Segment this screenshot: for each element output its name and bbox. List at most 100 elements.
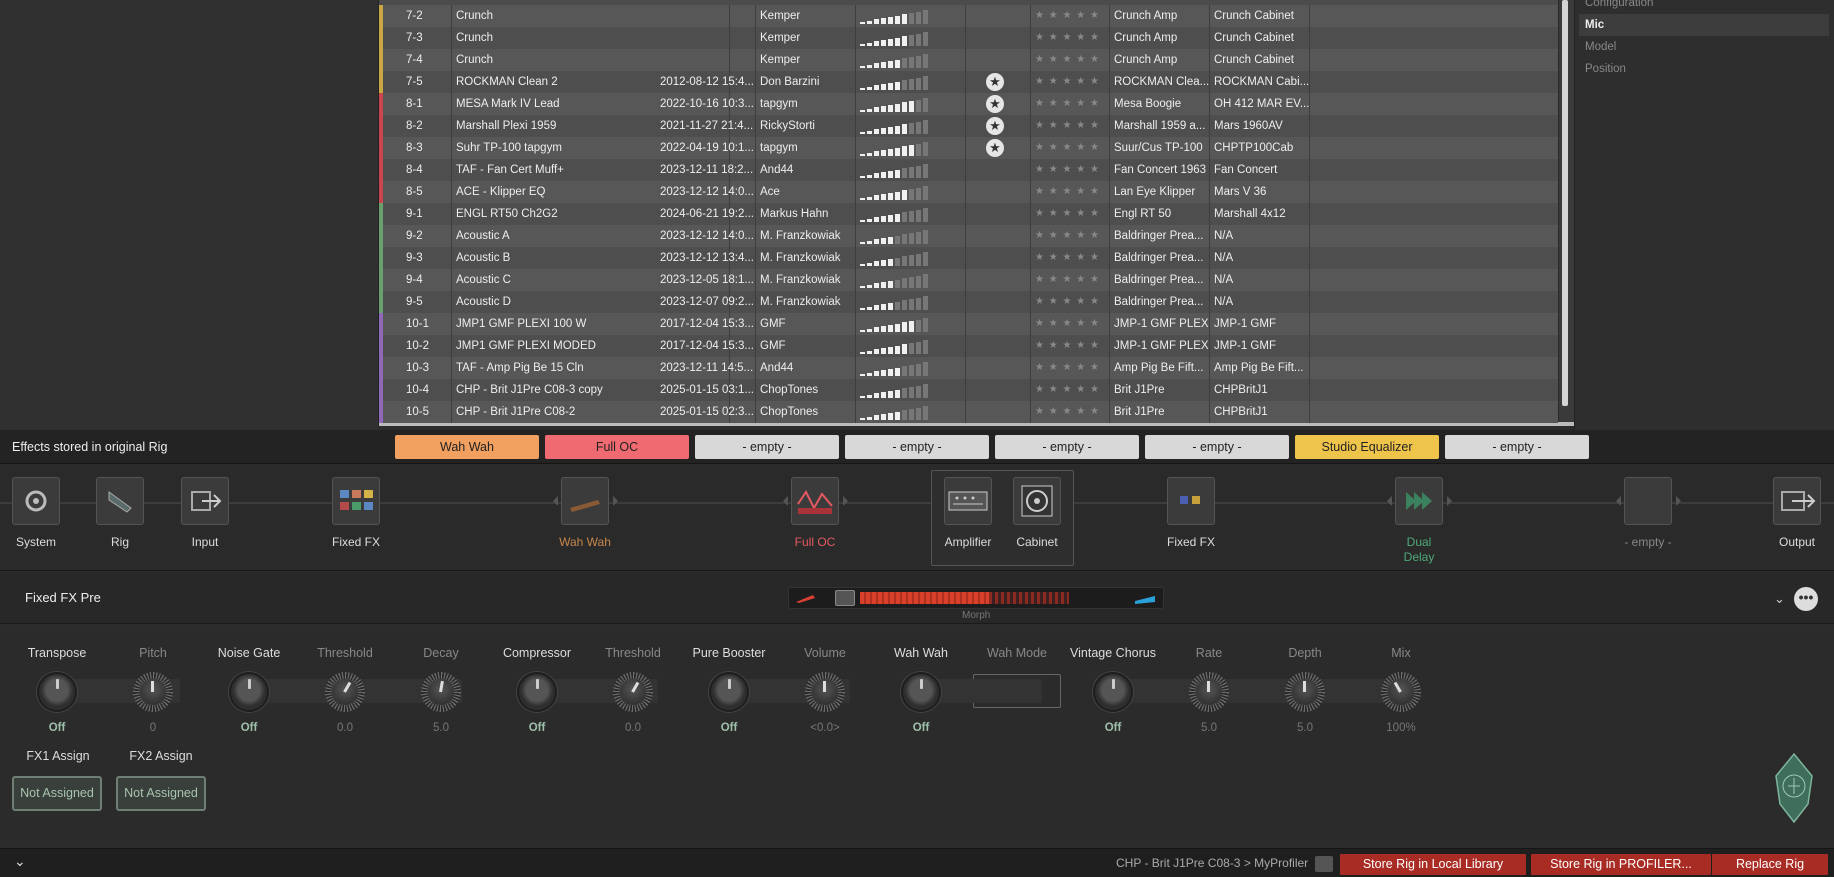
table-row[interactable]: 10-1 JMP1 GMF PLEXI 100 W 2017-12-04 15:3.… bbox=[379, 313, 1558, 335]
lock-icon[interactable] bbox=[1315, 856, 1333, 872]
param-knob[interactable] bbox=[805, 672, 845, 712]
effect-slot[interactable]: - empty - bbox=[1145, 435, 1289, 459]
row-amp: Engl RT 50 bbox=[1110, 203, 1210, 225]
footer-expand-chevron-icon[interactable]: ⌄ bbox=[14, 853, 26, 870]
effect-slot[interactable]: - empty - bbox=[845, 435, 989, 459]
table-row[interactable]: 7-5 ROCKMAN Clean 2 2012-08-12 15:4... Don … bbox=[379, 71, 1558, 93]
param-knob[interactable] bbox=[613, 672, 653, 712]
chain-block[interactable] bbox=[1013, 477, 1061, 525]
chain-block[interactable] bbox=[181, 477, 229, 525]
power-knob[interactable] bbox=[1093, 672, 1133, 712]
table-row[interactable]: 7-3 Crunch Kemper ★ ★ ★ ★ ★ Crunch Amp Crunch… bbox=[379, 27, 1558, 49]
chain-block[interactable] bbox=[1167, 477, 1215, 525]
row-color-marker bbox=[379, 71, 383, 93]
table-row[interactable]: 7-4 Crunch Kemper ★ ★ ★ ★ ★ Crunch Amp Crunch… bbox=[379, 49, 1558, 71]
row-rating: ★ ★ ★ ★ ★ bbox=[1031, 181, 1110, 203]
chain-block[interactable] bbox=[1773, 477, 1821, 525]
param-label: Compressor bbox=[502, 646, 572, 660]
inspector-item-configuration[interactable]: Configuration bbox=[1579, 0, 1829, 14]
chain-arrow-left-icon bbox=[1616, 496, 1621, 506]
collapse-chevron-icon[interactable]: ⌄ bbox=[1774, 591, 1785, 607]
favorite-star-icon[interactable]: ★ bbox=[986, 73, 1004, 91]
morph-slider[interactable] bbox=[788, 587, 1164, 609]
power-knob[interactable] bbox=[37, 672, 77, 712]
effect-slot[interactable]: - empty - bbox=[695, 435, 839, 459]
row-rating: ★ ★ ★ ★ ★ bbox=[1031, 137, 1110, 159]
more-options-button[interactable]: ••• bbox=[1794, 587, 1818, 611]
effect-slot[interactable]: Studio Equalizer bbox=[1295, 435, 1439, 459]
inspector-item-position[interactable]: Position bbox=[1579, 58, 1829, 80]
row-cabinet: Crunch Cabinet bbox=[1210, 49, 1310, 71]
fixed-fx-icon bbox=[1180, 496, 1200, 504]
power-knob[interactable] bbox=[901, 672, 941, 712]
table-row[interactable]: 9-5 Acoustic D 2023-12-07 09:2... M. Franzk… bbox=[379, 291, 1558, 313]
favorite-star-icon[interactable]: ★ bbox=[986, 117, 1004, 135]
row-amp: Mesa Boogie bbox=[1110, 93, 1210, 115]
row-color-marker bbox=[379, 313, 383, 335]
row-volume bbox=[856, 159, 966, 181]
table-row[interactable]: 8-3 Suhr TP-100 tapgym 2022-04-19 10:1... t… bbox=[379, 137, 1558, 159]
table-scrollbar-thumb[interactable] bbox=[1562, 0, 1568, 406]
inspector-item-mic[interactable]: Mic bbox=[1579, 14, 1829, 36]
morph-handle[interactable] bbox=[835, 590, 855, 606]
effect-slot[interactable]: - empty - bbox=[1445, 435, 1589, 459]
table-row[interactable]: 8-1 MESA Mark IV Lead 2022-10-16 10:3... ta… bbox=[379, 93, 1558, 115]
power-knob[interactable] bbox=[517, 672, 557, 712]
effect-slot[interactable]: Full OC bbox=[545, 435, 689, 459]
table-row[interactable]: 7-2 Crunch Kemper ★ ★ ★ ★ ★ Crunch Amp Crunch… bbox=[379, 5, 1558, 27]
row-color-marker bbox=[379, 203, 383, 225]
effect-slot[interactable]: Wah Wah bbox=[395, 435, 539, 459]
favorite-star-icon[interactable]: ★ bbox=[986, 139, 1004, 157]
chain-block[interactable] bbox=[791, 477, 839, 525]
row-extra bbox=[1310, 291, 1558, 313]
table-row[interactable]: 10-4 CHP - Brit J1Pre C08-3 copy 2025-01-1… bbox=[379, 379, 1558, 401]
chain-block[interactable] bbox=[1395, 477, 1443, 525]
table-row[interactable]: 10-3 TAF - Amp Pig Be 15 Cln 2023-12-11 14… bbox=[379, 357, 1558, 379]
fx2-assign-button[interactable]: Not Assigned bbox=[116, 776, 206, 811]
power-knob[interactable] bbox=[229, 672, 269, 712]
table-row[interactable]: 9-4 Acoustic C 2023-12-05 18:1... M. Franzk… bbox=[379, 269, 1558, 291]
fx1-assign-button[interactable]: Not Assigned bbox=[12, 776, 102, 811]
param-label: Noise Gate bbox=[217, 646, 281, 660]
chain-arrow-left-icon bbox=[1387, 496, 1392, 506]
chain-block[interactable] bbox=[12, 477, 60, 525]
table-row[interactable]: 8-2 Marshall Plexi 1959 2021-11-27 21:4...… bbox=[379, 115, 1558, 137]
store-local-button[interactable]: Store Rig in Local Library bbox=[1340, 854, 1526, 875]
replace-rig-button[interactable]: Replace Rig bbox=[1712, 854, 1828, 875]
store-profiler-button[interactable]: Store Rig in PROFILER... bbox=[1531, 854, 1711, 875]
param-label: Pitch bbox=[139, 646, 167, 660]
row-extra bbox=[1310, 27, 1558, 49]
power-knob[interactable] bbox=[709, 672, 749, 712]
param-knob[interactable] bbox=[133, 672, 173, 712]
table-row[interactable]: 10-2 JMP1 GMF PLEXI MODED 2017-12-04 15:3.… bbox=[379, 335, 1558, 357]
row-rating: ★ ★ ★ ★ ★ bbox=[1031, 115, 1110, 137]
param-knob[interactable] bbox=[1189, 672, 1229, 712]
chain-block[interactable] bbox=[561, 477, 609, 525]
param-knob[interactable] bbox=[421, 672, 461, 712]
table-row[interactable]: 9-2 Acoustic A 2023-12-12 14:0... M. Franzk… bbox=[379, 225, 1558, 247]
inspector-item-model[interactable]: Model bbox=[1579, 36, 1829, 58]
row-date: 2023-12-11 14:5... bbox=[656, 357, 756, 379]
chain-block[interactable] bbox=[1624, 477, 1672, 525]
morph-fill-fade bbox=[989, 592, 1069, 604]
row-extra bbox=[1310, 71, 1558, 93]
table-row[interactable]: 10-5 CHP - Brit J1Pre C08-2 2025-01-15 02:… bbox=[379, 401, 1558, 423]
row-author: Kemper bbox=[756, 27, 856, 49]
param-knob[interactable] bbox=[1285, 672, 1325, 712]
table-row[interactable]: 8-5 ACE - Klipper EQ 2023-12-12 14:0... Ace… bbox=[379, 181, 1558, 203]
param-knob[interactable] bbox=[325, 672, 365, 712]
effect-slot[interactable]: - empty - bbox=[995, 435, 1139, 459]
chain-block[interactable] bbox=[332, 477, 380, 525]
param-value: 5.0 bbox=[433, 722, 449, 734]
morph-label: Morph bbox=[962, 610, 991, 621]
row-color-marker bbox=[379, 49, 383, 71]
table-row[interactable]: 9-1 ENGL RT50 Ch2G2 2024-06-21 19:2... Mark… bbox=[379, 203, 1558, 225]
chain-block-label: Full OC bbox=[794, 535, 836, 549]
param-knob[interactable] bbox=[1381, 672, 1421, 712]
chain-block[interactable] bbox=[944, 477, 992, 525]
chain-block[interactable] bbox=[96, 477, 144, 525]
chain-arrow-left-icon bbox=[553, 496, 558, 506]
table-row[interactable]: 8-4 TAF - Fan Cert Muff+ 2023-12-11 18:2..… bbox=[379, 159, 1558, 181]
favorite-star-icon[interactable]: ★ bbox=[986, 95, 1004, 113]
table-row[interactable]: 9-3 Acoustic B 2023-12-12 13:4... M. Franzk… bbox=[379, 247, 1558, 269]
